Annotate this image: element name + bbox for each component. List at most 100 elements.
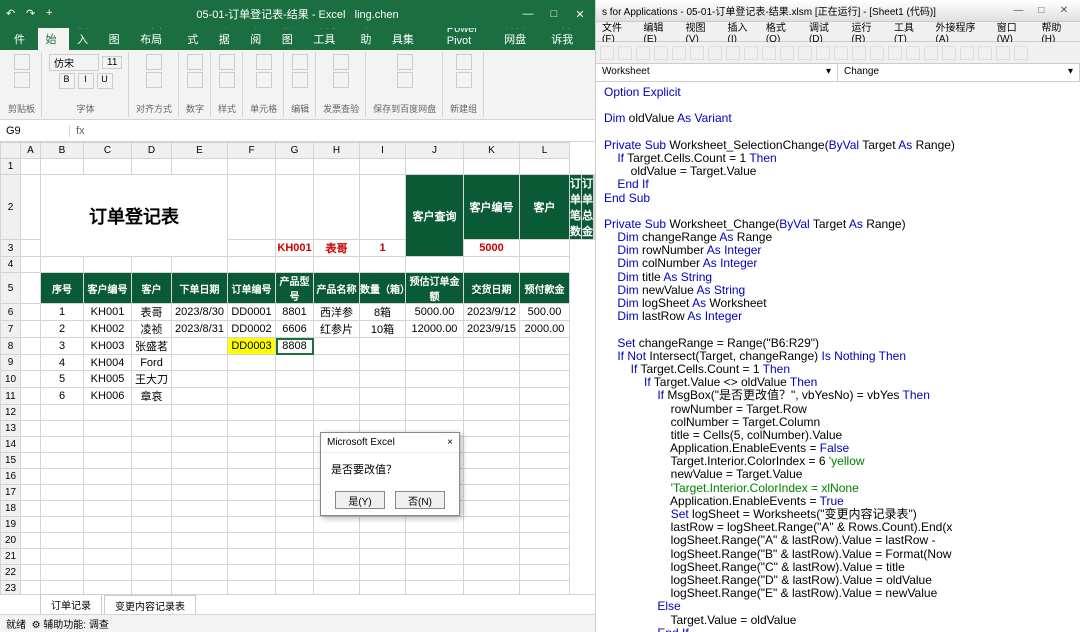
cell[interactable] <box>520 517 570 533</box>
sheet-tab[interactable]: 订单记录 <box>40 594 102 616</box>
data-cell[interactable]: 表哥 <box>132 304 172 321</box>
cell[interactable] <box>464 437 520 453</box>
data-cell[interactable] <box>360 388 406 405</box>
data-cell[interactable]: 8801 <box>276 304 314 321</box>
name-box[interactable]: G9 <box>0 125 70 137</box>
cell[interactable] <box>21 338 41 355</box>
cell[interactable] <box>228 159 276 175</box>
data-cell[interactable] <box>276 371 314 388</box>
lookup-header[interactable]: 客户编号 <box>464 175 520 240</box>
cell[interactable] <box>132 485 172 501</box>
cell[interactable] <box>314 581 360 595</box>
cell[interactable] <box>41 469 84 485</box>
data-cell[interactable] <box>520 355 570 371</box>
vba-toolbar-button[interactable] <box>1014 46 1028 60</box>
cell[interactable] <box>464 501 520 517</box>
cell[interactable] <box>132 469 172 485</box>
cell[interactable] <box>520 469 570 485</box>
cell[interactable] <box>172 405 228 421</box>
row-header[interactable]: 23 <box>1 581 21 595</box>
vba-menu-item[interactable]: 工具(T) <box>894 19 925 45</box>
cell[interactable] <box>84 421 132 437</box>
cell[interactable] <box>21 581 41 595</box>
data-cell[interactable]: 5000.00 <box>406 304 464 321</box>
data-cell[interactable] <box>172 355 228 371</box>
cell[interactable] <box>172 549 228 565</box>
row-header[interactable]: 18 <box>1 501 21 517</box>
table-header[interactable]: 客户编号 <box>84 273 132 304</box>
vba-minimize-button[interactable]: — <box>1008 5 1028 16</box>
data-cell[interactable] <box>406 371 464 388</box>
data-cell[interactable] <box>360 371 406 388</box>
table-header[interactable]: 预估订单金额 <box>406 273 464 304</box>
vba-close-button[interactable]: ✕ <box>1054 5 1074 16</box>
cell[interactable] <box>132 517 172 533</box>
data-cell[interactable]: 章哀 <box>132 388 172 405</box>
cell[interactable] <box>406 565 464 581</box>
data-cell[interactable]: KH006 <box>84 388 132 405</box>
cell[interactable] <box>360 565 406 581</box>
vba-toolbar-button[interactable] <box>708 46 722 60</box>
lookup-value[interactable]: 表哥 <box>314 240 360 257</box>
cell[interactable] <box>228 501 276 517</box>
cell[interactable] <box>276 437 314 453</box>
data-cell[interactable]: 2023/8/30 <box>172 304 228 321</box>
cell[interactable] <box>464 257 520 273</box>
data-cell[interactable] <box>406 338 464 355</box>
ribbon-button[interactable] <box>187 72 203 88</box>
lookup-header[interactable]: 订单总金 <box>582 175 594 240</box>
data-cell[interactable] <box>172 338 228 355</box>
data-cell[interactable]: DD0001 <box>228 304 276 321</box>
cell[interactable] <box>21 304 41 321</box>
vba-toolbar-button[interactable] <box>888 46 902 60</box>
font-style-button[interactable]: U <box>97 73 113 89</box>
vba-toolbar-button[interactable] <box>636 46 650 60</box>
lookup-value[interactable]: 1 <box>360 240 406 257</box>
cell[interactable] <box>21 321 41 338</box>
cell[interactable] <box>520 240 570 257</box>
cell[interactable] <box>41 257 84 273</box>
vba-menu-item[interactable]: 帮助(H) <box>1041 19 1074 45</box>
data-cell[interactable] <box>464 355 520 371</box>
ribbon-button[interactable] <box>397 54 413 70</box>
vba-toolbar-button[interactable] <box>996 46 1010 60</box>
cell[interactable] <box>21 565 41 581</box>
column-header[interactable]: D <box>132 143 172 159</box>
vba-toolbar-button[interactable] <box>744 46 758 60</box>
data-cell[interactable]: KH004 <box>84 355 132 371</box>
cell[interactable] <box>41 159 84 175</box>
row-header[interactable]: 1 <box>1 159 21 175</box>
cell[interactable] <box>594 175 595 240</box>
data-cell[interactable]: 12000.00 <box>406 321 464 338</box>
data-cell[interactable]: 凌祯 <box>132 321 172 338</box>
data-cell[interactable] <box>172 371 228 388</box>
cell[interactable] <box>132 581 172 595</box>
cell[interactable] <box>464 469 520 485</box>
cell[interactable] <box>84 257 132 273</box>
cell[interactable] <box>276 175 314 240</box>
cell[interactable] <box>314 565 360 581</box>
cell[interactable] <box>360 517 406 533</box>
table-header[interactable]: 交货日期 <box>464 273 520 304</box>
cell[interactable] <box>172 469 228 485</box>
data-cell[interactable]: 2023/9/12 <box>464 304 520 321</box>
ribbon-button[interactable] <box>292 72 308 88</box>
cell[interactable] <box>228 240 276 257</box>
cell[interactable] <box>464 421 520 437</box>
data-cell[interactable]: DD0002 <box>228 321 276 338</box>
cell[interactable] <box>41 549 84 565</box>
column-header[interactable]: J <box>406 143 464 159</box>
vba-toolbar-button[interactable] <box>672 46 686 60</box>
vba-menu-item[interactable]: 外接程序(A) <box>936 19 987 45</box>
cell[interactable] <box>21 485 41 501</box>
vba-menu-item[interactable]: 编辑(E) <box>643 19 675 45</box>
vba-menu-item[interactable]: 格式(O) <box>766 19 799 45</box>
cell[interactable] <box>406 533 464 549</box>
cell[interactable] <box>406 549 464 565</box>
data-cell[interactable]: 张盛茗 <box>132 338 172 355</box>
data-cell[interactable] <box>360 355 406 371</box>
cell[interactable] <box>21 240 41 257</box>
cell[interactable] <box>21 501 41 517</box>
row-header[interactable]: 19 <box>1 517 21 533</box>
cell[interactable] <box>464 453 520 469</box>
